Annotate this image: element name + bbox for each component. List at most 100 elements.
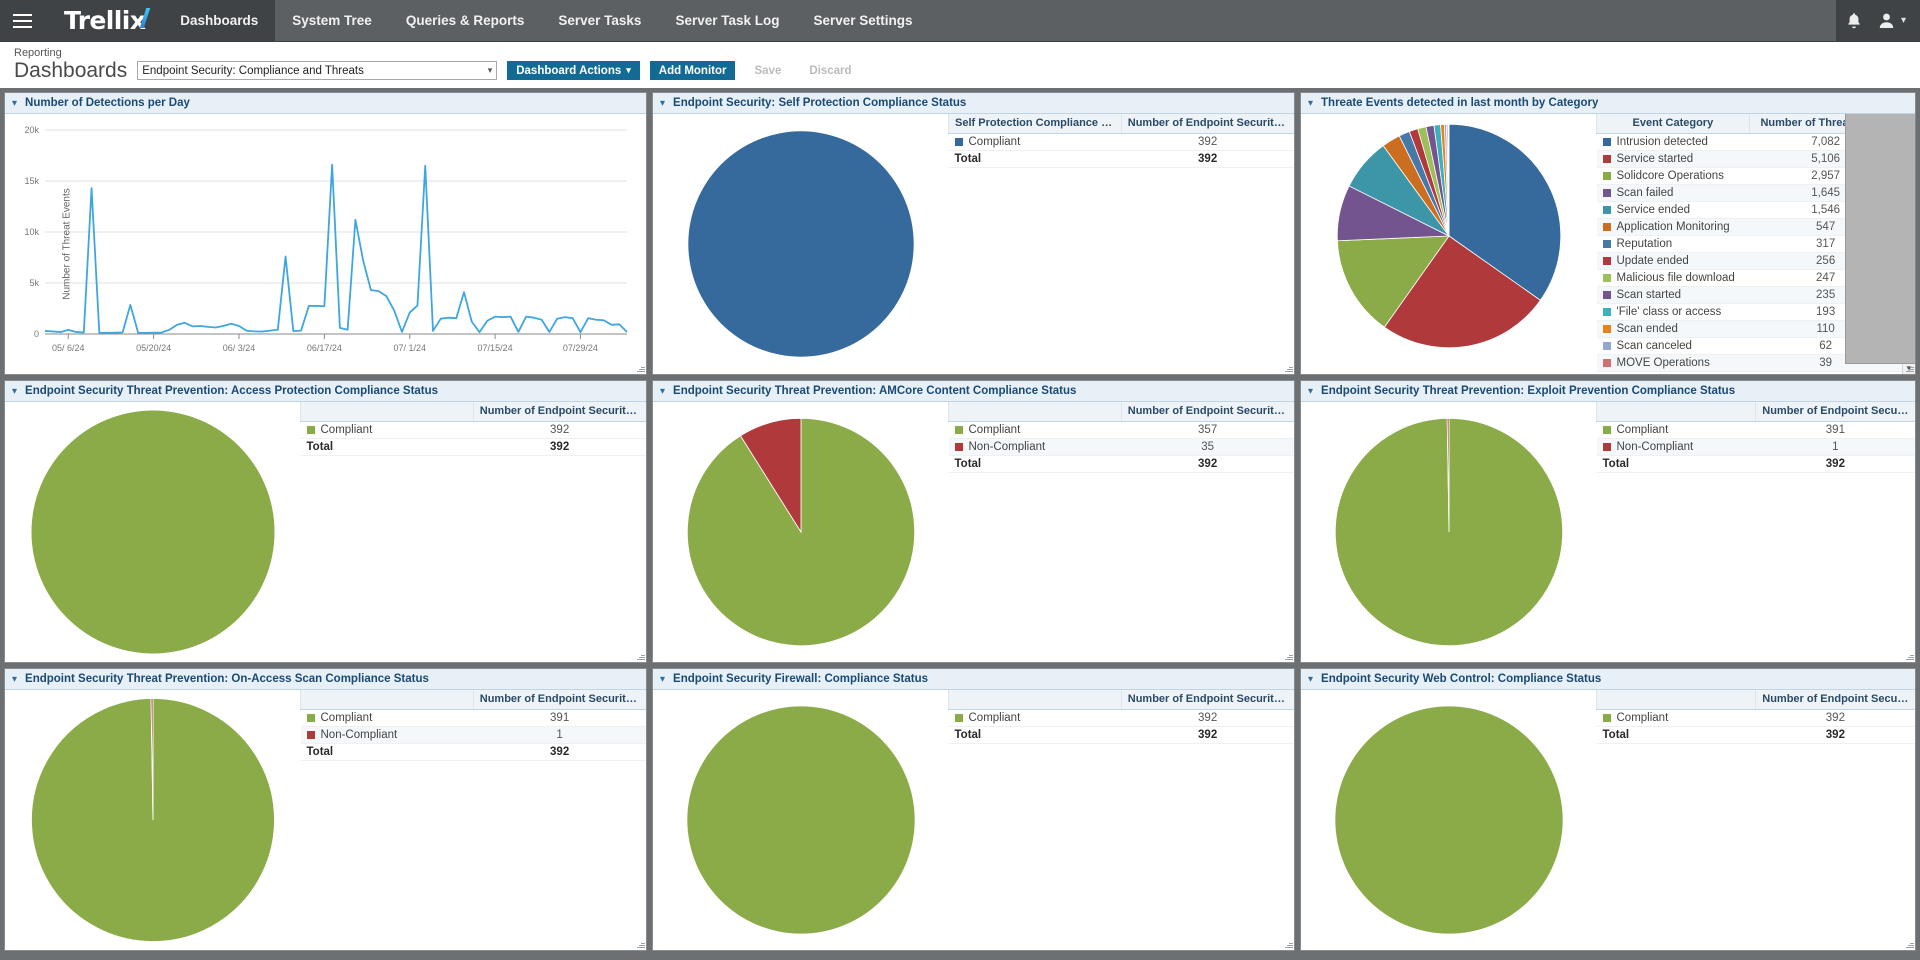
table-row[interactable]: Host intrusion buffer overflow24 [1597, 371, 1903, 374]
column-header-value[interactable]: Number of Endpoint Security Threat ... [1756, 402, 1915, 421]
column-header-blank[interactable] [949, 690, 1122, 709]
dashboard-select[interactable]: Endpoint Security: Compliance and Threat… [137, 61, 497, 80]
column-header-value[interactable]: Number of Endpoint Security Threat ... [473, 690, 646, 709]
column-header-blank[interactable] [301, 690, 474, 709]
panel-resize-handle[interactable] [1904, 651, 1915, 662]
panel-resize-handle[interactable] [1904, 939, 1915, 950]
table-row[interactable]: Compliant391 [1597, 421, 1916, 438]
row-label: 'File' class or access [1617, 306, 1722, 318]
pie-slice[interactable] [31, 410, 274, 653]
chevron-down-icon[interactable]: ▾ [12, 386, 17, 397]
data-table: Number of Endpoint Security Firewa... Co… [948, 690, 1294, 744]
nav-item-dashboards[interactable]: Dashboards [163, 0, 275, 41]
self-protection-pie-chart[interactable] [686, 129, 916, 359]
row-label: Service started [1617, 153, 1694, 165]
total-value: 392 [1121, 150, 1294, 167]
vertical-scrollbar[interactable]: ▲ ▼ [1902, 114, 1915, 374]
web-control-pie-chart[interactable] [1333, 704, 1565, 936]
pie-slice[interactable] [687, 706, 914, 933]
data-table: Number of Endpoint Security Threat ... C… [948, 402, 1294, 473]
pie-slice[interactable] [1335, 706, 1562, 933]
chevron-down-icon[interactable]: ▾ [1308, 98, 1313, 109]
chevron-down-icon[interactable]: ▾ [660, 98, 665, 109]
table-total-row: Total392 [301, 743, 647, 760]
nav-item-server-task-log[interactable]: Server Task Log [658, 0, 796, 41]
row-label: Scan canceled [1617, 340, 1692, 352]
row-value: 1 [473, 726, 646, 743]
user-icon[interactable] [1878, 12, 1895, 29]
amcore-pie-chart[interactable] [685, 416, 917, 648]
chevron-down-icon[interactable]: ▾ [660, 674, 665, 685]
panel-header: ▾ Endpoint Security Web Control: Complia… [1301, 669, 1915, 690]
user-menu-chevron-down-icon[interactable]: ▾ [1901, 15, 1906, 26]
chevron-down-icon[interactable]: ▾ [1308, 674, 1313, 685]
table-row[interactable]: Non-Compliant1 [301, 726, 647, 743]
nav-label: Dashboards [180, 13, 258, 28]
panel-self-protection-compliance: ▾ Endpoint Security: Self Protection Com… [652, 92, 1295, 375]
panel-header: ▾ Endpoint Security Firewall: Compliance… [653, 669, 1294, 690]
dashboard-actions-button[interactable]: Dashboard Actions ▾ [507, 61, 640, 80]
table-row[interactable]: Compliant391 [301, 709, 647, 726]
legend-swatch-icon [1603, 223, 1611, 231]
panel-resize-handle[interactable] [1904, 363, 1915, 374]
table-row[interactable]: Compliant357 [949, 421, 1295, 438]
panel-resize-handle[interactable] [635, 363, 646, 374]
column-header-event-category[interactable]: Event Category [1597, 114, 1750, 133]
column-header-blank[interactable] [1597, 402, 1756, 421]
threat-events-pie-chart[interactable] [1335, 122, 1563, 350]
nav-item-system-tree[interactable]: System Tree [275, 0, 389, 41]
nav-item-server-settings[interactable]: Server Settings [797, 0, 930, 41]
column-header-value[interactable]: Number of Endpoint Security Threat ... [1121, 402, 1294, 421]
firewall-pie-chart[interactable] [685, 704, 917, 936]
add-monitor-button[interactable]: Add Monitor [650, 61, 736, 80]
column-header-value[interactable]: Number of Endpoint Security Web C... [1756, 690, 1915, 709]
data-table: Number of Endpoint Security Threat ... C… [300, 690, 646, 761]
column-header-blank[interactable] [301, 402, 474, 421]
nav-item-server-tasks[interactable]: Server Tasks [541, 0, 658, 41]
panel-resize-handle[interactable] [1283, 939, 1294, 950]
access-protection-pie-chart[interactable] [29, 408, 277, 656]
hamburger-icon[interactable] [0, 0, 44, 41]
line-series-path[interactable] [45, 165, 627, 333]
table-row[interactable]: Compliant392 [1597, 709, 1916, 726]
dashboard-select-value: Endpoint Security: Compliance and Threat… [142, 65, 364, 77]
chevron-down-icon[interactable]: ▾ [12, 98, 17, 109]
row-label-cell: Compliant [301, 709, 474, 726]
table-total-row: Total392 [949, 150, 1295, 167]
panel-resize-handle[interactable] [635, 651, 646, 662]
y-axis-label: Number of Threat Events [61, 188, 72, 300]
column-header-blank[interactable] [949, 402, 1122, 421]
column-header-value[interactable]: Number of Endpoint Security Firewa... [1121, 690, 1294, 709]
total-value: 392 [1121, 455, 1294, 472]
nav-spacer [930, 0, 1836, 41]
table-header-row: Number of Endpoint Security Web C... [1597, 690, 1916, 709]
pie-slice[interactable] [688, 131, 913, 356]
legend-swatch-icon [1603, 342, 1611, 350]
table-row[interactable]: Non-Compliant1 [1597, 438, 1916, 455]
column-header-category[interactable]: Self Protection Compliance Status [949, 114, 1122, 133]
x-axis-tick-label: 07/ 1/24 [393, 343, 426, 353]
table-row[interactable]: Compliant392 [301, 421, 647, 438]
chevron-down-icon[interactable]: ▾ [1308, 386, 1313, 397]
column-header-value[interactable]: Number of Endpoint Security Platfor... [1121, 114, 1294, 133]
exploit-prevention-pie-chart[interactable] [1333, 416, 1565, 648]
table-row[interactable]: Compliant392 [949, 133, 1295, 150]
nav-item-queries-reports[interactable]: Queries & Reports [389, 0, 542, 41]
on-access-scan-pie-chart[interactable] [29, 696, 277, 944]
panel-resize-handle[interactable] [1283, 363, 1294, 374]
chevron-down-icon[interactable]: ▾ [660, 386, 665, 397]
panel-resize-handle[interactable] [635, 939, 646, 950]
chevron-down-icon[interactable]: ▾ [12, 674, 17, 685]
column-header-value[interactable]: Number of Endpoint Security Threat ... [473, 402, 646, 421]
scrollbar-thumb[interactable] [1845, 114, 1915, 364]
detections-line-chart[interactable]: 05k10k15k20k05/ 6/2405/20/2406/ 3/2406/1… [9, 120, 639, 370]
table-row[interactable]: Compliant392 [949, 709, 1295, 726]
panel-header: ▾ Endpoint Security Threat Prevention: E… [1301, 381, 1915, 402]
panel-resize-handle[interactable] [1283, 651, 1294, 662]
table-total-row: Total392 [1597, 455, 1916, 472]
scrollbar-track[interactable] [1903, 124, 1915, 364]
column-header-blank[interactable] [1597, 690, 1756, 709]
row-label-cell: Application Monitoring [1597, 218, 1750, 235]
bell-icon[interactable] [1846, 12, 1862, 29]
table-row[interactable]: Non-Compliant35 [949, 438, 1295, 455]
